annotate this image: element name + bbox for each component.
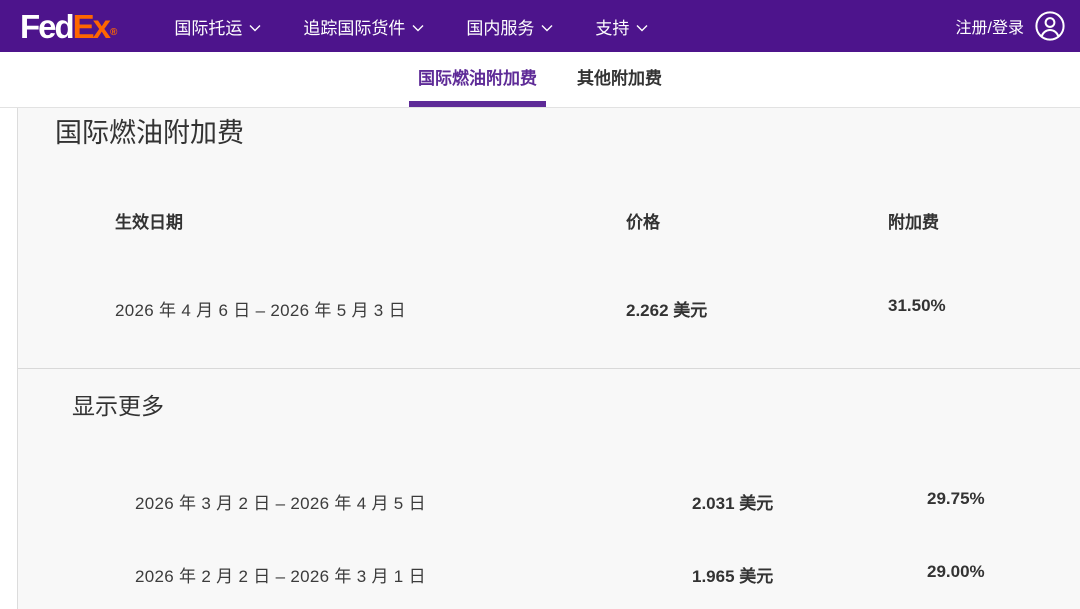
surcharge-card: 国际燃油附加费 生效日期 价格 附加费 2026 年 4 月 6 日 – 202…	[17, 108, 1080, 609]
nav-item-label: 国际托运	[174, 14, 242, 39]
show-more-toggle[interactable]: 显示更多	[72, 387, 164, 421]
current-period-date-range: 2026 年 4 月 6 日 – 2026 年 5 月 3 日	[115, 296, 406, 321]
main-nav: 国际托运 追踪国际货件 国内服务 支持	[174, 14, 648, 39]
user-account-icon[interactable]	[1034, 10, 1066, 42]
history-row-surcharge: 29.00%	[927, 562, 985, 582]
surcharge-tab-bar: 国际燃油附加费 其他附加费	[0, 52, 1080, 108]
fedex-logo-ex: Ex	[73, 10, 109, 43]
chevron-down-icon	[636, 17, 648, 37]
tab-other-surcharges[interactable]: 其他附加费	[568, 52, 671, 107]
page-title: 国际燃油附加费	[55, 111, 244, 150]
column-header-effective-date: 生效日期	[115, 208, 183, 233]
history-row-date-range: 2026 年 2 月 2 日 – 2026 年 3 月 1 日	[135, 562, 426, 587]
current-period-price: 2.262 美元	[626, 296, 707, 321]
nav-item-domestic-services[interactable]: 国内服务	[466, 14, 553, 39]
page-content: 国际燃油附加费 生效日期 价格 附加费 2026 年 4 月 6 日 – 202…	[0, 108, 1080, 609]
signup-login-link[interactable]: 注册/登录	[956, 14, 1024, 38]
registered-trademark: ®	[110, 28, 117, 38]
fedex-logo-fed: Fed	[20, 10, 73, 43]
chevron-down-icon	[412, 17, 424, 37]
nav-item-support[interactable]: 支持	[595, 14, 648, 39]
history-row-price: 1.965 美元	[692, 562, 773, 587]
section-divider	[18, 368, 1080, 369]
nav-item-label: 追踪国际货件	[303, 14, 405, 39]
header-account-area: 注册/登录	[956, 10, 1066, 42]
history-row-surcharge: 29.75%	[927, 489, 985, 509]
tab-international-fuel-surcharge[interactable]: 国际燃油附加费	[409, 52, 546, 107]
chevron-down-icon	[249, 17, 261, 37]
column-header-surcharge: 附加费	[888, 208, 939, 233]
nav-item-international-shipping[interactable]: 国际托运	[174, 14, 261, 39]
top-navigation-bar: FedEx® 国际托运 追踪国际货件 国内服务 支持	[0, 0, 1080, 52]
nav-item-track-international[interactable]: 追踪国际货件	[303, 14, 424, 39]
fedex-logo[interactable]: FedEx®	[20, 10, 117, 43]
chevron-down-icon	[541, 17, 553, 37]
history-row-date-range: 2026 年 3 月 2 日 – 2026 年 4 月 5 日	[135, 489, 426, 514]
current-period-surcharge: 31.50%	[888, 296, 946, 316]
nav-item-label: 国内服务	[466, 14, 534, 39]
history-row-price: 2.031 美元	[692, 489, 773, 514]
nav-item-label: 支持	[595, 14, 629, 39]
column-header-price: 价格	[626, 208, 660, 233]
